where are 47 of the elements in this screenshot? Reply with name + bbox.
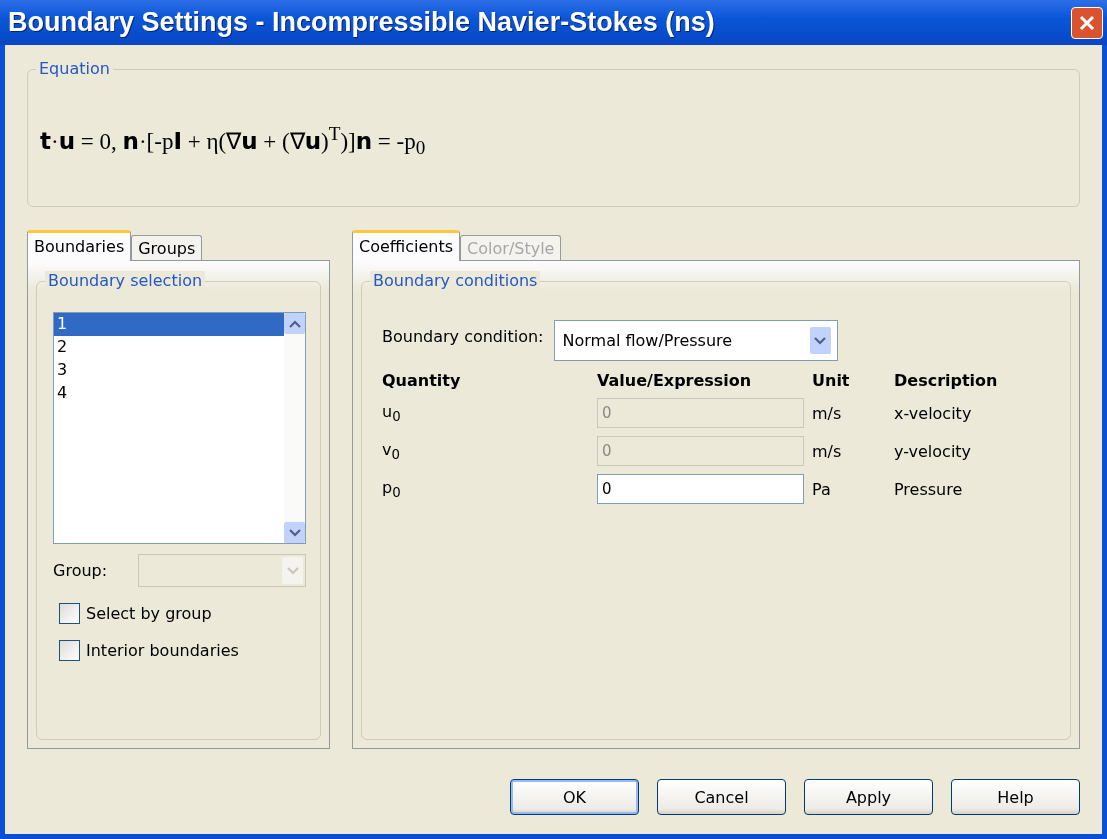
- dialog-button[interactable]: OK: [510, 779, 639, 815]
- description-text: Pressure: [894, 479, 964, 499]
- list-item[interactable]: 2: [54, 336, 284, 359]
- value-field[interactable]: 0: [597, 474, 804, 504]
- group-label: Boundary selection: [45, 271, 206, 290]
- equation-text: t·u = 0, n·[-pI + η(∇u + (∇u)$^{T}$)]n = -p$_{0}$: [40, 122, 426, 160]
- window-title: Boundary Settings - Incompressible Navier-Stokes (ns): [8, 7, 715, 38]
- description-text: x-velocity: [894, 403, 973, 423]
- dialog-button[interactable]: Cancel: [657, 779, 786, 815]
- dialog-button[interactable]: Apply: [804, 779, 933, 815]
- quantity-label: u$_{0}$: [382, 401, 402, 425]
- chevron-down-icon: [286, 566, 299, 575]
- checkbox[interactable]: [59, 603, 80, 624]
- dialog-button[interactable]: Help: [951, 779, 1080, 815]
- tab[interactable]: Groups: [131, 235, 203, 261]
- group-label: Boundary conditions: [370, 271, 541, 290]
- scroll-down-button[interactable]: [284, 522, 305, 543]
- close-icon: [1078, 13, 1096, 32]
- unit-text: m/s: [812, 403, 843, 423]
- quantity-label: p$_{0}$: [382, 477, 402, 501]
- group-label: Equation: [36, 59, 113, 78]
- chevron-down-icon: [814, 336, 826, 345]
- close-button[interactable]: [1071, 6, 1103, 39]
- column-header: Description: [894, 371, 999, 390]
- scroll-up-button[interactable]: [284, 313, 305, 334]
- tab[interactable]: Boundaries: [27, 230, 132, 261]
- chevron-down-icon: [288, 528, 301, 537]
- group-label: Group:: [53, 561, 108, 580]
- list-item[interactable]: 3: [54, 359, 284, 382]
- list-item[interactable]: 1: [54, 313, 284, 336]
- column-header: Unit: [812, 371, 851, 390]
- checkbox-label: Interior boundaries: [86, 641, 239, 660]
- tab[interactable]: Coefficients: [352, 230, 461, 261]
- unit-text: Pa: [812, 479, 832, 499]
- dropdown-button[interactable]: [809, 327, 831, 354]
- chevron-up-icon: [288, 319, 301, 328]
- list-item[interactable]: 4: [54, 382, 284, 405]
- column-header: Quantity: [382, 371, 462, 390]
- quantity-label: v$_{0}$: [382, 439, 401, 463]
- description-text: y-velocity: [894, 441, 973, 461]
- condition-dropdown[interactable]: Normal flow/Pressure: [553, 320, 838, 361]
- checkbox-label: Select by group: [86, 604, 212, 623]
- column-header: Value/Expression: [597, 371, 753, 390]
- field-label: Boundary condition:: [382, 327, 544, 346]
- boundary-list[interactable]: 1 2 3 4: [53, 312, 306, 544]
- unit-text: m/s: [812, 441, 843, 461]
- checkbox[interactable]: [59, 640, 80, 661]
